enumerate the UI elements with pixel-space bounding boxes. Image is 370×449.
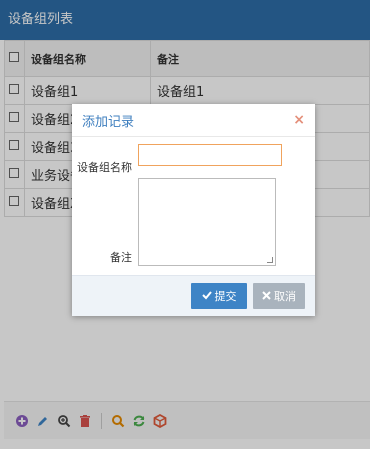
- x-icon: [262, 290, 271, 303]
- dialog-footer: 提交 取消: [72, 275, 315, 316]
- dialog-header: 添加记录 ×: [72, 104, 315, 137]
- add-record-dialog: 添加记录 × 设备组名称 备注 提交 取消: [72, 104, 315, 316]
- name-field-label: 设备组名称: [77, 161, 132, 174]
- cancel-button[interactable]: 取消: [253, 283, 305, 309]
- close-icon[interactable]: ×: [293, 112, 305, 128]
- check-icon: [201, 290, 212, 303]
- dialog-title: 添加记录: [82, 114, 135, 130]
- resize-handle[interactable]: [267, 257, 273, 263]
- submit-button[interactable]: 提交: [191, 283, 247, 309]
- cancel-label: 取消: [274, 290, 296, 303]
- note-textarea[interactable]: [138, 178, 276, 266]
- submit-label: 提交: [214, 290, 237, 303]
- note-field-label: 备注: [110, 251, 132, 264]
- group-name-input[interactable]: [138, 144, 282, 166]
